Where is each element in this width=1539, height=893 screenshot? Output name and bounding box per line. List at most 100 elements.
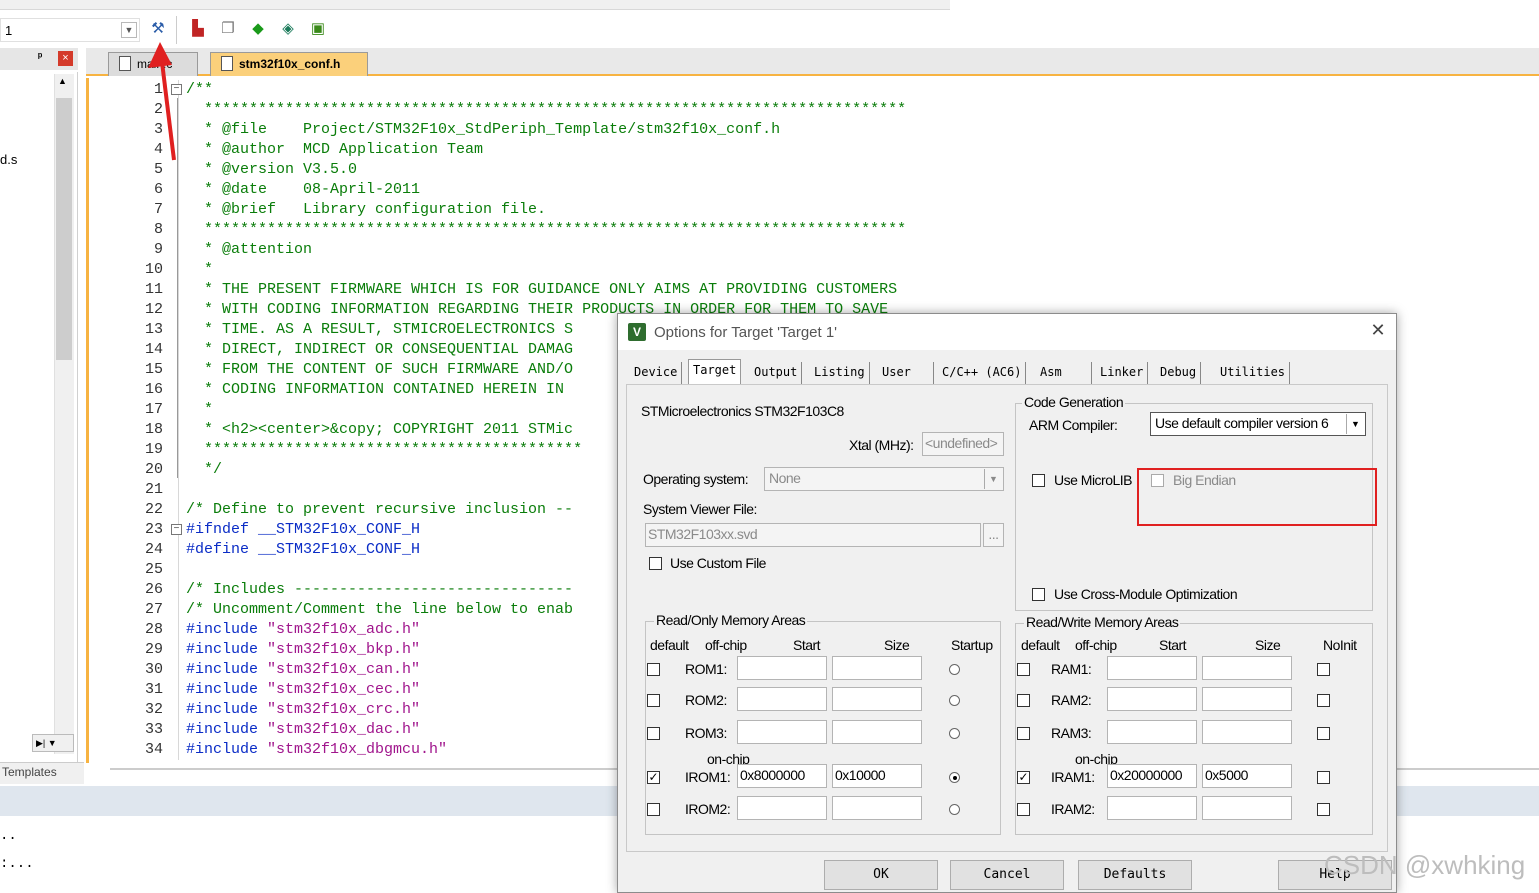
tab-templates[interactable]: Templates [2, 765, 57, 779]
tab-c-cpp[interactable]: C/C++ (AC6) [938, 362, 1027, 384]
size-input[interactable] [832, 656, 922, 680]
code-line[interactable]: #include "stm32f10x_can.h" [186, 660, 420, 680]
code-line[interactable]: /* Includes ----------------------------… [186, 580, 573, 600]
big-endian-checkbox[interactable] [1151, 474, 1164, 487]
xtal-input[interactable]: <undefined> [922, 432, 1004, 456]
noinit-checkbox[interactable] [1317, 663, 1330, 676]
chevron-down-icon[interactable]: ▼ [121, 22, 137, 38]
size-input[interactable] [832, 796, 922, 820]
default-checkbox[interactable]: ✓ [647, 771, 660, 784]
code-line[interactable]: * DIRECT, INDIRECT OR CONSEQUENTIAL DAMA… [186, 340, 573, 360]
start-input[interactable] [1107, 656, 1197, 680]
scroll-up-icon[interactable]: ▲ [58, 76, 67, 86]
cross-module-checkbox[interactable] [1032, 588, 1045, 601]
noinit-checkbox[interactable] [1317, 803, 1330, 816]
code-line[interactable]: ****************************************… [186, 100, 906, 120]
tab-asm[interactable]: Asm [1036, 362, 1092, 384]
default-checkbox[interactable] [647, 663, 660, 676]
tab-debug[interactable]: Debug [1156, 362, 1202, 384]
startup-radio[interactable] [949, 772, 960, 783]
chevron-down-icon[interactable]: ▼ [984, 469, 1002, 489]
cancel-button[interactable]: Cancel [950, 860, 1064, 890]
start-input[interactable] [737, 720, 827, 744]
use-custom-file-checkbox[interactable] [649, 557, 662, 570]
code-line[interactable]: * CODING INFORMATION CONTAINED HEREIN IN [186, 380, 573, 400]
code-line[interactable]: #include "stm32f10x_cec.h" [186, 680, 420, 700]
svd-input[interactable]: STM32F103xx.svd [645, 523, 981, 547]
code-line[interactable]: ****************************************… [186, 440, 582, 460]
code-line[interactable]: #ifndef __STM32F10x_CONF_H [186, 520, 420, 540]
manage-project-icon[interactable]: ▙ [188, 19, 208, 39]
tab-linker[interactable]: Linker [1096, 362, 1149, 384]
tab-stm32f10x-conf-h[interactable]: stm32f10x_conf.h [210, 52, 368, 76]
code-line[interactable]: #include "stm32f10x_crc.h" [186, 700, 420, 720]
code-line[interactable]: * FROM THE CONTENT OF SUCH FIRMWARE AND/… [186, 360, 573, 380]
chevron-down-icon[interactable]: ▼ [1346, 414, 1364, 434]
arm-compiler-select[interactable]: Use default compiler version 6 ▼ [1150, 412, 1366, 436]
project-scroll-thumb[interactable] [56, 98, 72, 360]
start-input[interactable]: 0x8000000 [737, 764, 827, 788]
size-input[interactable] [1202, 720, 1292, 744]
fold-toggle-icon[interactable]: − [171, 524, 182, 535]
code-line[interactable]: #include "stm32f10x_dac.h" [186, 720, 420, 740]
tab-output[interactable]: Output [750, 362, 803, 384]
defaults-button[interactable]: Defaults [1078, 860, 1192, 890]
start-input[interactable] [1107, 796, 1197, 820]
default-checkbox[interactable]: ✓ [1017, 771, 1030, 784]
start-input[interactable] [1107, 687, 1197, 711]
code-line[interactable]: * @date 08-April-2011 [186, 180, 420, 200]
code-line[interactable]: * [186, 260, 213, 280]
size-input[interactable] [832, 687, 922, 711]
code-line[interactable]: * TIME. AS A RESULT, STMICROELECTRONICS … [186, 320, 573, 340]
default-checkbox[interactable] [647, 727, 660, 740]
tab-user[interactable]: User [878, 362, 934, 384]
pack-installer-icon[interactable]: ▣ [308, 19, 328, 39]
startup-radio[interactable] [949, 804, 960, 815]
code-line[interactable]: #define __STM32F10x_CONF_H [186, 540, 420, 560]
code-line[interactable]: #include "stm32f10x_dbgmcu.h" [186, 740, 447, 760]
use-microlib-checkbox[interactable] [1032, 474, 1045, 487]
start-input[interactable] [737, 656, 827, 680]
options-for-target-icon[interactable]: ⚒ [148, 19, 168, 39]
startup-radio[interactable] [949, 728, 960, 739]
code-line[interactable]: * @attention [186, 240, 312, 260]
code-line[interactable]: * <h2><center>&copy; COPYRIGHT 2011 STMi… [186, 420, 573, 440]
startup-radio[interactable] [949, 664, 960, 675]
code-line[interactable]: * @brief Library configuration file. [186, 200, 546, 220]
tree-item[interactable]: d.s [0, 152, 17, 167]
close-icon[interactable]: × [58, 51, 73, 66]
code-line[interactable]: * THE PRESENT FIRMWARE WHICH IS FOR GUID… [186, 280, 897, 300]
tab-utilities[interactable]: Utilities [1216, 362, 1291, 384]
tab-device[interactable]: Device [630, 362, 683, 384]
start-input[interactable] [737, 687, 827, 711]
startup-radio[interactable] [949, 695, 960, 706]
noinit-checkbox[interactable] [1317, 771, 1330, 784]
code-line[interactable]: * [186, 400, 213, 420]
manage-packs-icon[interactable]: ◈ [278, 19, 298, 39]
code-line[interactable]: * @version V3.5.0 [186, 160, 357, 180]
os-select[interactable]: None ▼ [764, 467, 1004, 491]
start-input[interactable] [1107, 720, 1197, 744]
size-input[interactable] [1202, 796, 1292, 820]
noinit-checkbox[interactable] [1317, 694, 1330, 707]
code-line[interactable]: /** [186, 80, 213, 100]
close-icon[interactable]: ✕ [1368, 320, 1388, 341]
size-input[interactable]: 0x5000 [1202, 764, 1292, 788]
code-line[interactable]: /* Uncomment/Comment the line below to e… [186, 600, 573, 620]
browse-button[interactable]: ... [983, 523, 1004, 547]
code-line[interactable]: /* Define to prevent recursive inclusion… [186, 500, 573, 520]
scroll-right-icon[interactable]: ▶| ▼ [32, 734, 74, 752]
size-input[interactable]: 0x10000 [832, 764, 922, 788]
copy-icon[interactable]: ❐ [218, 19, 238, 39]
tab-target[interactable]: Target [688, 359, 742, 385]
default-checkbox[interactable] [647, 803, 660, 816]
code-line[interactable]: #include "stm32f10x_adc.h" [186, 620, 420, 640]
default-checkbox[interactable] [1017, 803, 1030, 816]
ok-button[interactable]: OK [824, 860, 938, 890]
code-line[interactable]: * @author MCD Application Team [186, 140, 483, 160]
green-diamond-icon[interactable]: ◆ [248, 19, 268, 39]
default-checkbox[interactable] [647, 694, 660, 707]
size-input[interactable] [1202, 656, 1292, 680]
size-input[interactable] [1202, 687, 1292, 711]
start-input[interactable] [737, 796, 827, 820]
